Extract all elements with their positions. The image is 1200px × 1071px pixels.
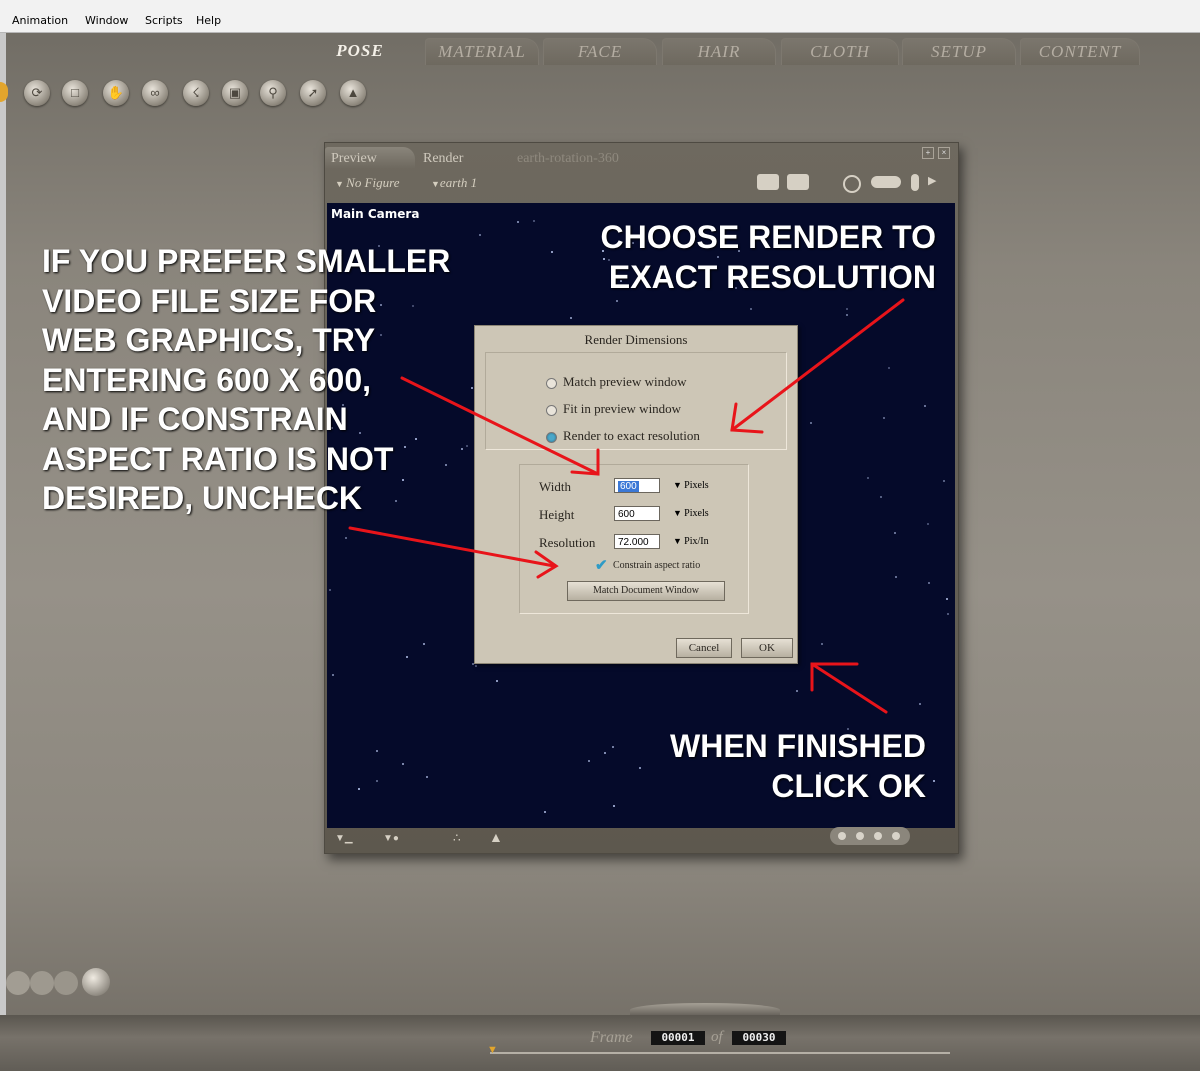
memory-dot-icon[interactable]	[54, 971, 78, 995]
ball-icon[interactable]	[82, 968, 110, 996]
total-frames-field[interactable]: 00030	[732, 1031, 786, 1045]
current-frame-field[interactable]: 00001	[651, 1031, 705, 1045]
of-label: of	[711, 1029, 723, 1045]
arrow-to-constrain-checkbox	[348, 526, 559, 579]
memory-dot-icon[interactable]	[30, 971, 54, 995]
timeline-track[interactable]	[490, 1052, 950, 1054]
arrow-to-exact-resolution	[730, 298, 905, 434]
frame-label: Frame	[590, 1029, 633, 1046]
arrow-to-width-field	[400, 376, 600, 476]
arrow-to-ok-button	[810, 662, 888, 714]
annotation-arrows	[348, 298, 905, 714]
memory-dot-icon[interactable]	[6, 971, 30, 995]
playhead-icon[interactable]: ▼	[487, 1044, 498, 1056]
